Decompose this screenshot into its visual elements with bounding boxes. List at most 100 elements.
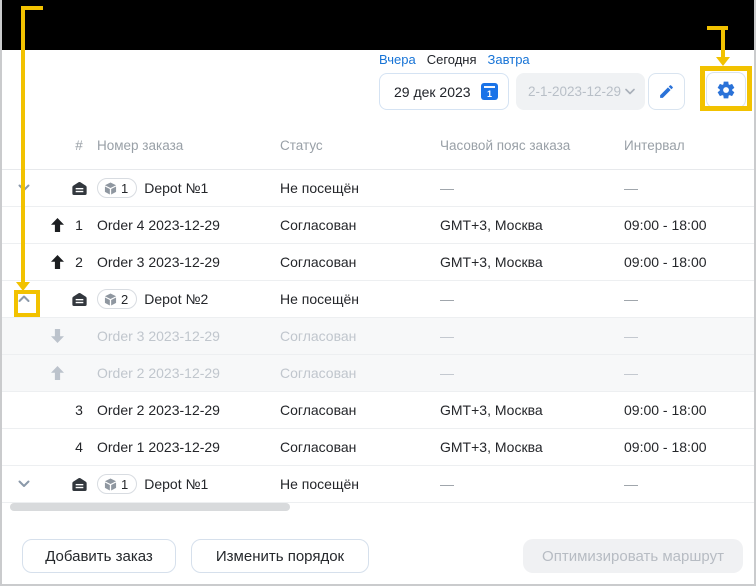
order-name-cell: Order 4 2023-12-29 <box>90 217 280 233</box>
settings-button[interactable] <box>706 72 746 108</box>
date-value: 29 дек 2023 <box>394 84 471 100</box>
table-row[interactable]: 2 Order 3 2023-12-29 Согласован GMT+3, М… <box>2 244 756 281</box>
depot-icon <box>71 291 88 308</box>
interval-cell: — <box>624 365 756 381</box>
status-cell: Согласован <box>280 254 440 270</box>
gear-icon <box>716 80 736 100</box>
row-number-cell: 2 <box>68 254 90 270</box>
order-name-cell: 1Depot №1 <box>90 474 280 494</box>
timezone-cell: — <box>440 328 624 344</box>
order-name: Order 3 2023-12-29 <box>97 254 220 270</box>
edit-route-button[interactable] <box>648 73 685 110</box>
change-order-button[interactable]: Изменить порядок <box>191 539 369 573</box>
status-cell: Согласован <box>280 365 440 381</box>
table-row[interactable]: 3 Order 2 2023-12-29 Согласован GMT+3, М… <box>2 392 756 429</box>
row-number-cell <box>68 291 90 308</box>
move-up-icon[interactable] <box>51 366 64 380</box>
table-body: 1Depot №1 Не посещён — — 1 Order 4 2023-… <box>2 170 756 503</box>
expander-cell <box>2 480 46 488</box>
status-cell: Не посещён <box>280 476 440 492</box>
timezone-cell: — <box>440 476 624 492</box>
route-dropdown[interactable]: 2-1-2023-12-29 <box>516 73 645 110</box>
status-cell: Не посещён <box>280 180 440 196</box>
chevron-down-icon[interactable] <box>18 184 30 192</box>
timezone-cell: GMT+3, Москва <box>440 439 624 455</box>
timezone-cell: — <box>440 291 624 307</box>
route-dropdown-value: 2-1-2023-12-29 <box>528 84 621 99</box>
interval-cell: 09:00 - 18:00 <box>624 254 756 270</box>
order-name: Order 4 2023-12-29 <box>97 217 220 233</box>
col-header-order: Номер заказа <box>90 138 280 153</box>
horizontal-scrollbar-thumb[interactable] <box>10 503 290 511</box>
top-black-bar <box>0 0 756 50</box>
status-cell: Согласован <box>280 402 440 418</box>
date-quick-links: Вчера Сегодня Завтра <box>379 52 530 67</box>
timezone-cell: GMT+3, Москва <box>440 254 624 270</box>
row-number-cell: 3 <box>68 402 90 418</box>
move-down-icon[interactable] <box>51 329 64 343</box>
interval-cell: 09:00 - 18:00 <box>624 402 756 418</box>
orders-count-badge: 1 <box>97 474 137 494</box>
orders-count-badge: 2 <box>97 289 137 309</box>
depot-name: Depot №2 <box>144 291 208 307</box>
timezone-cell: GMT+3, Москва <box>440 402 624 418</box>
row-number-cell: 4 <box>68 439 90 455</box>
interval-cell: — <box>624 476 756 492</box>
move-up-icon[interactable] <box>51 255 64 269</box>
order-name-cell: 2 Depot №2 <box>90 289 280 309</box>
orders-table: # Номер заказа Статус Часовой пояс заказ… <box>2 122 756 503</box>
tomorrow-link[interactable]: Завтра <box>488 52 530 67</box>
order-name: Order 2 2023-12-29 <box>97 365 220 381</box>
timezone-cell: — <box>440 365 624 381</box>
table-row[interactable]: Order 3 2023-12-29 Согласован — — <box>2 318 756 355</box>
depot-name: Depot №1 <box>144 180 208 196</box>
move-arrow-cell <box>46 366 68 380</box>
chevron-down-icon[interactable] <box>18 480 30 488</box>
order-name-cell: Order 3 2023-12-29 <box>90 328 280 344</box>
table-row[interactable]: 2 Depot №2 Не посещён — — <box>2 281 756 318</box>
order-name-cell: Order 1 2023-12-29 <box>90 439 280 455</box>
table-header-row: # Номер заказа Статус Часовой пояс заказ… <box>2 122 756 170</box>
today-link[interactable]: Сегодня <box>427 52 477 67</box>
move-arrow-cell <box>46 329 68 343</box>
order-name-cell: 1 Depot №1 <box>90 178 280 198</box>
calendar-icon[interactable]: 1 <box>481 83 498 100</box>
table-row[interactable]: 4 Order 1 2023-12-29 Согласован GMT+3, М… <box>2 429 756 466</box>
order-name: Order 3 2023-12-29 <box>97 328 220 344</box>
move-arrow-cell <box>46 218 68 232</box>
optimize-route-button[interactable]: Оптимизировать маршрут <box>523 539 743 573</box>
add-order-button[interactable]: Добавить заказ <box>22 539 176 573</box>
order-name: Order 1 2023-12-29 <box>97 439 220 455</box>
move-up-icon[interactable] <box>51 218 64 232</box>
table-row[interactable]: 1Depot №1 Не посещён — — <box>2 466 756 503</box>
status-cell: Согласован <box>280 217 440 233</box>
col-header-num: # <box>68 138 90 153</box>
depot-icon <box>71 476 88 493</box>
depot-icon <box>71 180 88 197</box>
row-number-cell: 1 <box>68 217 90 233</box>
row-number-cell <box>68 476 90 493</box>
status-cell: Согласован <box>280 328 440 344</box>
table-row[interactable]: Order 2 2023-12-29 Согласован — — <box>2 355 756 392</box>
yesterday-link[interactable]: Вчера <box>379 52 416 67</box>
table-row[interactable]: 1 Order 4 2023-12-29 Согласован GMT+3, М… <box>2 207 756 244</box>
chevron-down-icon <box>625 88 635 95</box>
status-cell: Не посещён <box>280 291 440 307</box>
annotation-arrowhead-right <box>716 57 730 66</box>
row-number-cell <box>68 180 90 197</box>
orders-count-badge: 1 <box>97 178 137 198</box>
expander-cell <box>2 295 46 303</box>
expander-cell <box>2 184 46 192</box>
chevron-up-icon[interactable] <box>18 295 30 303</box>
interval-cell: — <box>624 291 756 307</box>
col-header-interval: Интервал <box>624 138 756 153</box>
status-cell: Согласован <box>280 439 440 455</box>
order-name: Order 2 2023-12-29 <box>97 402 220 418</box>
order-name-cell: Order 2 2023-12-29 <box>90 365 280 381</box>
package-cube-icon <box>104 182 117 195</box>
date-picker[interactable]: 29 дек 2023 1 <box>379 73 509 110</box>
interval-cell: — <box>624 180 756 196</box>
order-name-cell: Order 2 2023-12-29 <box>90 402 280 418</box>
package-cube-icon <box>104 478 117 491</box>
table-row[interactable]: 1Depot №1 Не посещён — — <box>2 170 756 207</box>
